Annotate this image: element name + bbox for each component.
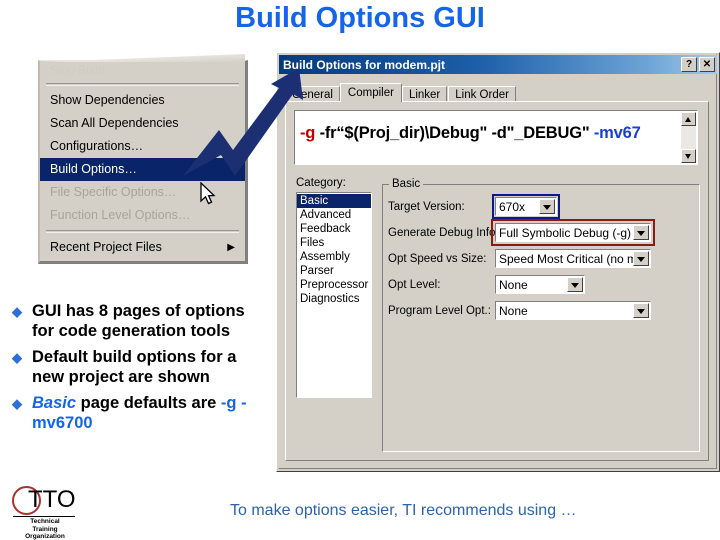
combo-opt-speed-vs-size[interactable]: Speed Most Critical (no ms) — [495, 249, 651, 268]
list-item: ◆ GUI has 8 pages of options for code ge… — [8, 302, 266, 341]
bullet-emphasis-basic: Basic — [32, 394, 77, 412]
command-line-textbox[interactable]: -g -fr“$(Proj_dir)\Debug" -d"_DEBUG" -mv… — [294, 110, 698, 165]
menu-item-stop-build[interactable]: Stop Build — [40, 63, 245, 80]
tab-link-order[interactable]: Link Order — [448, 86, 516, 102]
bullet-diamond-icon: ◆ — [12, 396, 22, 411]
chevron-down-icon[interactable] — [567, 277, 583, 292]
category-listbox[interactable]: Basic Advanced Feedback Files Assembly P… — [296, 192, 372, 398]
menu-separator-1 — [46, 83, 239, 86]
bullet-text-3: Basic page defaults are -g -mv6700 — [32, 394, 266, 433]
menu-item-show-dependencies[interactable]: Show Dependencies — [40, 89, 245, 112]
logo-wordmark: TTO — [28, 486, 76, 513]
field-target-version: Target Version: 670x — [388, 194, 693, 219]
cmd-flag-debug: -g — [300, 124, 316, 142]
chevron-down-icon[interactable] — [633, 225, 649, 240]
field-label-opt-level: Opt Level: — [388, 278, 441, 291]
combo-program-level-opt[interactable]: None — [495, 301, 651, 320]
bullet-list: ◆ GUI has 8 pages of options for code ge… — [8, 302, 266, 440]
field-program-level-opt: Program Level Opt.: None — [388, 301, 693, 320]
bullet-text-2: Default build options for a new project … — [32, 348, 237, 386]
combo-opt-level[interactable]: None — [495, 275, 585, 294]
field-generate-debug-info: Generate Debug Info: Full Symbolic Debug… — [388, 219, 693, 246]
scroll-up-button[interactable] — [681, 112, 696, 126]
compiler-tab-page: -g -fr“$(Proj_dir)\Debug" -d"_DEBUG" -mv… — [285, 101, 709, 461]
dialog-titlebar: Build Options for modem.pjt ? ✕ — [279, 55, 717, 74]
logo-underline — [13, 516, 75, 517]
combo-generate-debug-info[interactable]: Full Symbolic Debug (-g) — [491, 219, 655, 246]
category-item-files[interactable]: Files — [297, 236, 371, 250]
combo-value-target-version: 670x — [499, 199, 526, 214]
menu-separator-2 — [46, 230, 239, 233]
menu-item-build-options[interactable]: Build Options… — [40, 158, 245, 181]
category-item-preprocessor[interactable]: Preprocessor — [297, 278, 371, 292]
dialog-title: Build Options for modem.pjt — [283, 57, 445, 72]
menu-top-bevel — [40, 54, 245, 62]
page-title: Build Options GUI — [235, 2, 485, 34]
help-button[interactable]: ? — [681, 57, 697, 72]
bullet-diamond-icon: ◆ — [12, 350, 22, 365]
logo-subtitle: Technical Training Organization — [12, 518, 78, 540]
list-item: ◆ Default build options for a new projec… — [8, 348, 266, 387]
combo-target-version[interactable]: 670x — [492, 194, 560, 219]
basic-group-box: Basic Target Version: 670x Generate Debu… — [382, 178, 700, 452]
command-line-text: -g -fr“$(Proj_dir)\Debug" -d"_DEBUG" -mv… — [300, 124, 641, 143]
combo-value-opt-speed-vs-size: Speed Most Critical (no ms) — [499, 251, 633, 266]
logo-subtitle-line-3: Organization — [25, 533, 65, 540]
category-item-basic[interactable]: Basic — [297, 194, 371, 208]
field-label-opt-speed-vs-size: Opt Speed vs Size: — [388, 252, 487, 265]
field-label-program-level-opt: Program Level Opt.: — [388, 304, 491, 317]
cmd-flag-mv: -mv67 — [593, 124, 641, 142]
logo-subtitle-line-1: Technical — [30, 518, 60, 525]
tto-logo: TTO Technical Training Organization — [6, 486, 96, 540]
category-item-assembly[interactable]: Assembly — [297, 250, 371, 264]
bullet-text-3-mid: page defaults are — [76, 394, 221, 412]
menu-item-recent-label: Recent Project Files — [50, 240, 162, 254]
bullet-diamond-icon: ◆ — [12, 304, 22, 319]
menu-item-configurations[interactable]: Configurations… — [40, 135, 245, 158]
chevron-down-icon[interactable] — [633, 303, 649, 318]
cmd-main: -fr“$(Proj_dir)\Debug" -d"_DEBUG" — [315, 124, 594, 142]
group-legend: Basic — [389, 178, 424, 190]
combo-value-opt-level: None — [499, 277, 528, 292]
tab-general[interactable]: General — [285, 86, 340, 102]
scroll-down-arrow-icon — [685, 154, 691, 159]
category-item-diagnostics[interactable]: Diagnostics — [297, 292, 371, 306]
scroll-up-arrow-icon — [685, 117, 691, 122]
command-line-scrollbar[interactable] — [681, 112, 696, 163]
field-label-target-version: Target Version: — [388, 200, 465, 213]
tab-compiler[interactable]: Compiler — [339, 83, 402, 102]
field-opt-speed-vs-size: Opt Speed vs Size: Speed Most Critical (… — [388, 249, 693, 268]
menu-item-file-specific-options[interactable]: File Specific Options… — [40, 181, 245, 204]
menu-item-scan-all-dependencies[interactable]: Scan All Dependencies — [40, 112, 245, 135]
tabstrip: General Compiler Linker Link Order — [285, 83, 709, 102]
field-label-generate-debug-info: Generate Debug Info: — [388, 226, 499, 239]
tab-linker[interactable]: Linker — [401, 86, 448, 102]
field-opt-level: Opt Level: None — [388, 275, 693, 294]
build-options-dialog: Build Options for modem.pjt ? ✕ General … — [276, 52, 720, 472]
logo-subtitle-line-2: Training — [32, 525, 58, 533]
category-item-feedback[interactable]: Feedback — [297, 222, 371, 236]
chevron-down-icon[interactable] — [539, 199, 555, 214]
category-item-parser[interactable]: Parser — [297, 264, 371, 278]
menu-item-recent-project-files[interactable]: ▶ Recent Project Files — [40, 236, 245, 259]
scroll-down-button[interactable] — [681, 149, 696, 163]
combo-value-program-level-opt: None — [499, 303, 528, 318]
footer-note: To make options easier, TI recommends us… — [230, 502, 577, 519]
build-menu: Stop Build Show Dependencies Scan All De… — [38, 54, 248, 264]
bullet-text-1: GUI has 8 pages of options for code gene… — [32, 302, 245, 340]
submenu-arrow-icon: ▶ — [227, 242, 235, 253]
menu-item-function-level-options[interactable]: Function Level Options… — [40, 204, 245, 227]
chevron-down-icon[interactable] — [633, 251, 649, 266]
list-item: ◆ Basic page defaults are -g -mv6700 — [8, 394, 266, 433]
category-label: Category: — [296, 177, 346, 189]
close-button[interactable]: ✕ — [699, 57, 715, 72]
category-item-advanced[interactable]: Advanced — [297, 208, 371, 222]
combo-value-generate-debug-info: Full Symbolic Debug (-g) — [499, 225, 632, 240]
